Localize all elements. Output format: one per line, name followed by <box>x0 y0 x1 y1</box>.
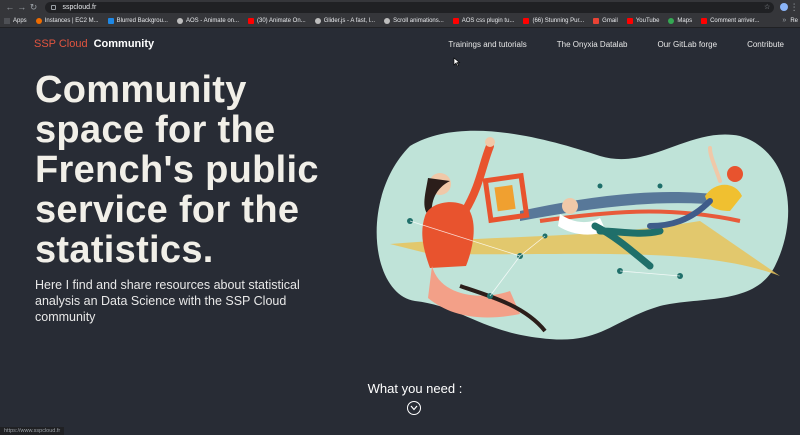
bookmark-label: Scroll animations... <box>393 17 444 24</box>
brand-community-text[interactable]: Community <box>94 38 155 50</box>
apps-favicon-icon <box>4 17 10 24</box>
chevron-down-icon <box>410 405 418 411</box>
yt-favicon-icon <box>523 17 530 24</box>
bookmark-label: Maps <box>677 17 693 24</box>
bookmark-label: YouTube <box>635 17 660 24</box>
bookmark-item[interactable]: Maps <box>668 17 693 24</box>
bookmark-item[interactable]: AOS - Animate on... <box>176 17 239 24</box>
mouse-cursor-icon <box>453 57 461 67</box>
back-icon[interactable]: ← <box>4 0 16 14</box>
orange-favicon-icon <box>35 17 42 24</box>
profile-icon[interactable] <box>780 3 789 11</box>
site-header: SSP Cloud Community Trainings and tutori… <box>0 29 800 59</box>
browser-address-row: ← → ↻ sspcloud.fr ☆ ⋮ <box>0 0 800 14</box>
grey-favicon-icon <box>176 17 183 24</box>
hero-subtitle: Here I find and share resources about st… <box>35 278 300 324</box>
address-bar[interactable]: sspcloud.fr ☆ <box>45 1 775 13</box>
gmail-favicon-icon <box>593 17 600 24</box>
forward-icon[interactable]: → <box>16 0 28 14</box>
bookmark-label: Blurred Backgrou... <box>116 17 168 24</box>
bookmark-item[interactable]: AOS css plugin tu... <box>452 17 515 24</box>
bookmark-label: Instances | EC2 M... <box>44 17 99 24</box>
reload-icon[interactable]: ↻ <box>28 0 40 14</box>
reading-list-link[interactable]: Re <box>790 18 800 24</box>
hero-title: Community space for the French's public … <box>35 69 319 271</box>
yt-favicon-icon <box>701 17 708 24</box>
scroll-down-button[interactable] <box>407 401 421 415</box>
hero-illustration <box>376 130 789 340</box>
main-nav: Trainings and tutorials The Onyxia Datal… <box>418 40 800 49</box>
bookmark-item[interactable]: Gmail <box>593 17 618 24</box>
bookmark-item[interactable]: Apps <box>4 17 27 24</box>
bookmark-label: Glider.js - A fast, l... <box>323 17 376 24</box>
bookmark-item[interactable]: (66) Stunning Pur... <box>523 17 585 24</box>
map-favicon-icon <box>668 17 675 24</box>
bookmark-label: (30) Animate On... <box>257 17 306 24</box>
blue-favicon-icon <box>107 17 114 24</box>
bookmark-label: (66) Stunning Pur... <box>532 17 585 24</box>
yt-favicon-icon <box>248 17 254 24</box>
menu-kebab-icon[interactable]: ⋮ <box>788 0 800 14</box>
nav-trainings[interactable]: Trainings and tutorials <box>448 40 526 49</box>
lock-icon <box>51 4 57 10</box>
browser-status-bar: https://www.sspcloud.fr <box>0 427 65 435</box>
nav-contribute[interactable]: Contribute <box>747 40 784 49</box>
bookmark-star-icon[interactable]: ☆ <box>764 3 770 11</box>
nav-onyxia-datalab[interactable]: The Onyxia Datalab <box>557 40 628 49</box>
bookmarks-overflow-icon[interactable]: » <box>782 17 790 24</box>
bookmark-item[interactable]: Glider.js - A fast, l... <box>314 17 376 24</box>
bookmark-label: Apps <box>13 17 27 24</box>
bookmark-item[interactable]: (30) Animate On... <box>248 17 306 24</box>
bookmark-label: Comment arriver... <box>710 17 760 24</box>
bookmark-label: AOS css plugin tu... <box>461 17 515 24</box>
grey-favicon-icon <box>314 17 321 24</box>
bookmark-item[interactable]: Instances | EC2 M... <box>35 17 99 24</box>
bookmarks-bar: Apps Instances | EC2 M... Blurred Backgrou… <box>0 14 800 28</box>
url-text: sspcloud.fr <box>62 3 97 11</box>
bookmark-label: AOS - Animate on... <box>185 17 239 24</box>
brand-logo-text[interactable]: SSP Cloud <box>34 38 88 50</box>
bookmark-item[interactable]: Blurred Backgrou... <box>107 17 168 24</box>
grey-favicon-icon <box>384 17 391 24</box>
what-you-need-label: What you need : <box>367 381 463 396</box>
bookmark-label: Gmail <box>602 17 618 24</box>
bookmark-item[interactable]: YouTube <box>626 17 660 24</box>
bookmark-item[interactable]: Comment arriver... <box>701 17 760 24</box>
bookmark-item[interactable]: Scroll animations... <box>384 17 444 24</box>
yt-favicon-icon <box>452 17 459 24</box>
yt-favicon-icon <box>626 17 633 24</box>
nav-gitlab-forge[interactable]: Our GitLab forge <box>657 40 717 49</box>
